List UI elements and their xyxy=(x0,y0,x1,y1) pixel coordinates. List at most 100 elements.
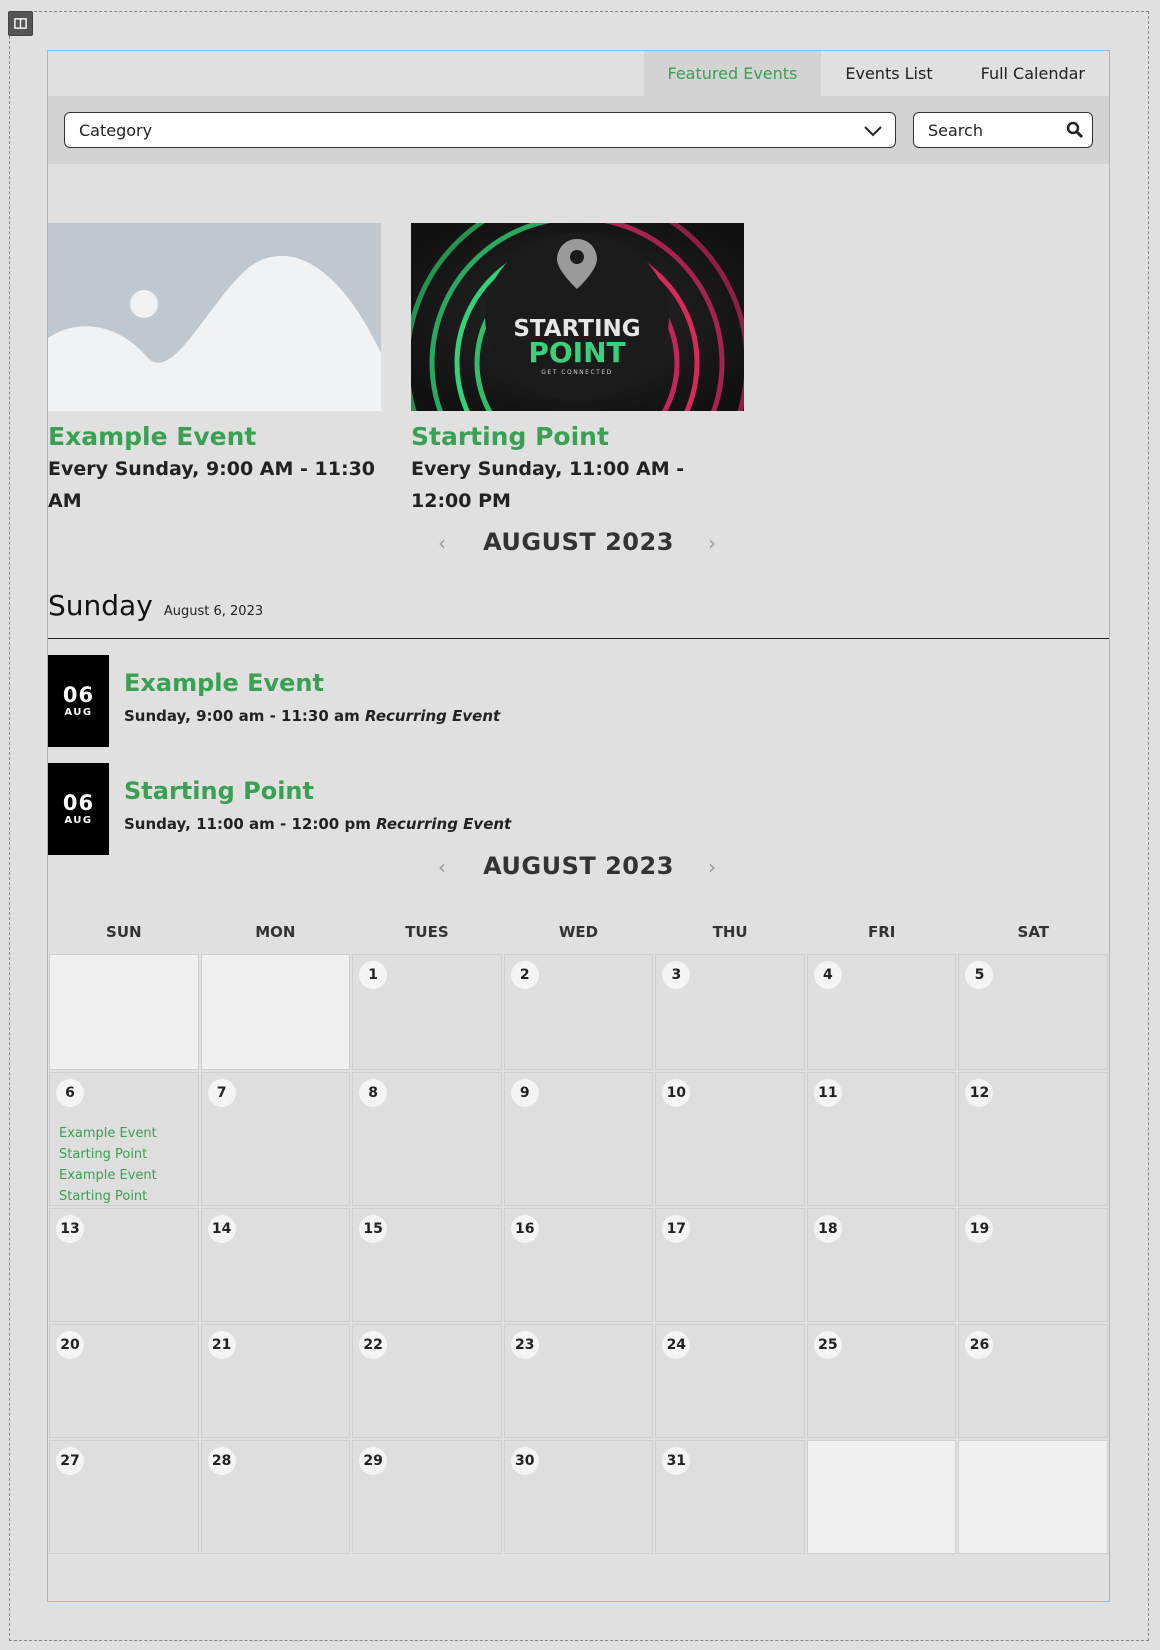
filter-bar: Category Search xyxy=(48,96,1109,164)
calendar-day-cell[interactable]: 5 xyxy=(958,954,1109,1070)
weekday-header: SUN MON TUES WED THU FRI SAT xyxy=(48,911,1109,953)
image-text-line2: POINT xyxy=(528,336,625,369)
list-event-title[interactable]: Example Event xyxy=(124,669,324,697)
day-number: 7 xyxy=(207,1079,236,1107)
badge-month: AUG xyxy=(64,707,93,718)
calendar-event-link[interactable]: Starting Point xyxy=(59,1144,157,1165)
day-number: 17 xyxy=(662,1215,691,1243)
calendar-week-row: 27 28 29 30 31 xyxy=(48,1439,1109,1555)
day-number: 5 xyxy=(965,961,994,989)
calendar-day-cell[interactable]: 17 xyxy=(655,1208,805,1322)
calendar-day-cell[interactable]: 1 xyxy=(352,954,502,1070)
list-event-time: Sunday, 9:00 am - 11:30 am Recurring Eve… xyxy=(124,707,501,725)
tab-full-calendar[interactable]: Full Calendar xyxy=(957,51,1109,96)
calendar-day-cell[interactable]: 30 xyxy=(503,1440,654,1554)
weekday-label: SUN xyxy=(106,923,142,941)
calendar-day-cell[interactable]: 7 xyxy=(200,1072,351,1206)
placeholder-image xyxy=(48,223,381,411)
list-event-title[interactable]: Starting Point xyxy=(124,777,314,805)
day-number: 29 xyxy=(359,1447,388,1475)
calendar-event-link[interactable]: Example Event xyxy=(59,1123,157,1144)
featured-card[interactable]: STARTING POINT GET CONNECTED Starting Po… xyxy=(411,223,744,517)
calendar-day-cell[interactable]: 9 xyxy=(503,1072,654,1206)
chevron-down-icon xyxy=(864,126,882,137)
calendar-day-cell[interactable]: 26 xyxy=(958,1324,1109,1438)
day-name: Sunday xyxy=(48,589,153,622)
date-badge: 06 AUG xyxy=(48,763,109,855)
calendar-day-cell[interactable]: 11 xyxy=(806,1072,957,1206)
calendar-day-cell[interactable]: 12 xyxy=(958,1072,1109,1206)
day-number: 10 xyxy=(662,1079,691,1107)
layout-toggle-icon[interactable] xyxy=(8,11,33,36)
calendar-day-cell[interactable]: 15 xyxy=(352,1208,502,1322)
month-calendar: SUN MON TUES WED THU FRI SAT 1 2 3 4 5 6 Example Eve… xyxy=(48,911,1109,1555)
day-number: 28 xyxy=(207,1447,236,1475)
featured-schedule: Every Sunday, 9:00 AM - 11:30 AM xyxy=(48,458,376,512)
calendar-day-cell[interactable]: 2 xyxy=(503,954,654,1070)
badge-month: AUG xyxy=(64,815,93,826)
day-number: 30 xyxy=(510,1447,539,1475)
calendar-day-cell[interactable]: 3 xyxy=(655,954,805,1070)
featured-title[interactable]: Starting Point xyxy=(411,421,744,453)
calendar-event-link[interactable]: Example Event xyxy=(59,1165,157,1186)
day-number: 12 xyxy=(965,1079,994,1107)
calendar-day-cell[interactable]: 21 xyxy=(200,1324,351,1438)
tab-featured-events[interactable]: Featured Events xyxy=(643,51,822,96)
day-number: 11 xyxy=(813,1079,842,1107)
calendar-day-cell[interactable]: 19 xyxy=(958,1208,1109,1322)
calendar-empty-cell xyxy=(806,1440,957,1554)
day-number: 14 xyxy=(207,1215,236,1243)
next-month-arrow-icon[interactable]: › xyxy=(708,531,716,555)
calendar-day-cell[interactable]: 27 xyxy=(49,1440,199,1554)
day-number: 9 xyxy=(510,1079,539,1107)
calendar-day-cell[interactable]: 14 xyxy=(200,1208,351,1322)
search-icon[interactable] xyxy=(1066,121,1084,139)
weekday-label: FRI xyxy=(867,923,896,941)
day-number: 22 xyxy=(359,1331,388,1359)
calendar-day-cell[interactable]: 23 xyxy=(503,1324,654,1438)
list-month-label: AUGUST 2023 xyxy=(483,528,674,556)
calendar-day-cell[interactable]: 10 xyxy=(655,1072,805,1206)
category-select[interactable]: Category xyxy=(64,112,896,148)
calendar-event-link[interactable]: Starting Point xyxy=(59,1186,157,1207)
calendar-week-row: 13 14 15 16 17 18 19 xyxy=(48,1207,1109,1323)
day-number: 21 xyxy=(207,1331,236,1359)
search-input[interactable]: Search xyxy=(913,112,1093,148)
recurring-tag: Recurring Event xyxy=(365,707,501,725)
calendar-day-cell[interactable]: 31 xyxy=(655,1440,805,1554)
calendar-day-cell[interactable]: 8 xyxy=(352,1072,502,1206)
calendar-day-cell[interactable]: 6 Example Event Starting Point Example Even… xyxy=(49,1072,199,1206)
calendar-day-cell[interactable]: 29 xyxy=(352,1440,502,1554)
calendar-empty-cell xyxy=(49,954,199,1070)
calendar-day-cell[interactable]: 18 xyxy=(806,1208,957,1322)
calendar-month-nav: ‹ AUGUST 2023 › xyxy=(48,847,1109,887)
calendar-empty-cell xyxy=(958,1440,1109,1554)
calendar-day-cell[interactable]: 28 xyxy=(200,1440,351,1554)
calendar-day-cell[interactable]: 22 xyxy=(352,1324,502,1438)
featured-title[interactable]: Example Event xyxy=(48,421,381,453)
calendar-day-cell[interactable]: 20 xyxy=(49,1324,199,1438)
calendar-day-cell[interactable]: 24 xyxy=(655,1324,805,1438)
next-month-arrow-icon[interactable]: › xyxy=(708,855,716,879)
weekday-label: THU xyxy=(712,923,748,941)
badge-day: 06 xyxy=(62,791,95,815)
day-number: 2 xyxy=(510,961,539,989)
day-number: 1 xyxy=(359,961,388,989)
tab-events-list[interactable]: Events List xyxy=(821,51,956,96)
calendar-day-cell[interactable]: 4 xyxy=(806,954,957,1070)
featured-card[interactable]: Example Event Every Sunday, 9:00 AM - 11… xyxy=(48,223,381,517)
calendar-day-cell[interactable]: 13 xyxy=(49,1208,199,1322)
day-number: 23 xyxy=(510,1331,539,1359)
calendar-empty-cell xyxy=(200,954,351,1070)
cell-event-list: Example Event Starting Point Example Event… xyxy=(59,1123,157,1207)
recurring-tag: Recurring Event xyxy=(376,815,512,833)
day-number: 15 xyxy=(359,1215,388,1243)
calendar-month-label: AUGUST 2023 xyxy=(483,852,674,880)
calendar-week-row: 6 Example Event Starting Point Example Even… xyxy=(48,1071,1109,1207)
badge-day: 06 xyxy=(62,683,95,707)
calendar-day-cell[interactable]: 25 xyxy=(806,1324,957,1438)
calendar-day-cell[interactable]: 16 xyxy=(503,1208,654,1322)
day-number: 4 xyxy=(813,961,842,989)
day-number: 20 xyxy=(56,1331,84,1359)
calendar-body: 1 2 3 4 5 6 Example Event Starting Point Example… xyxy=(48,953,1109,1555)
